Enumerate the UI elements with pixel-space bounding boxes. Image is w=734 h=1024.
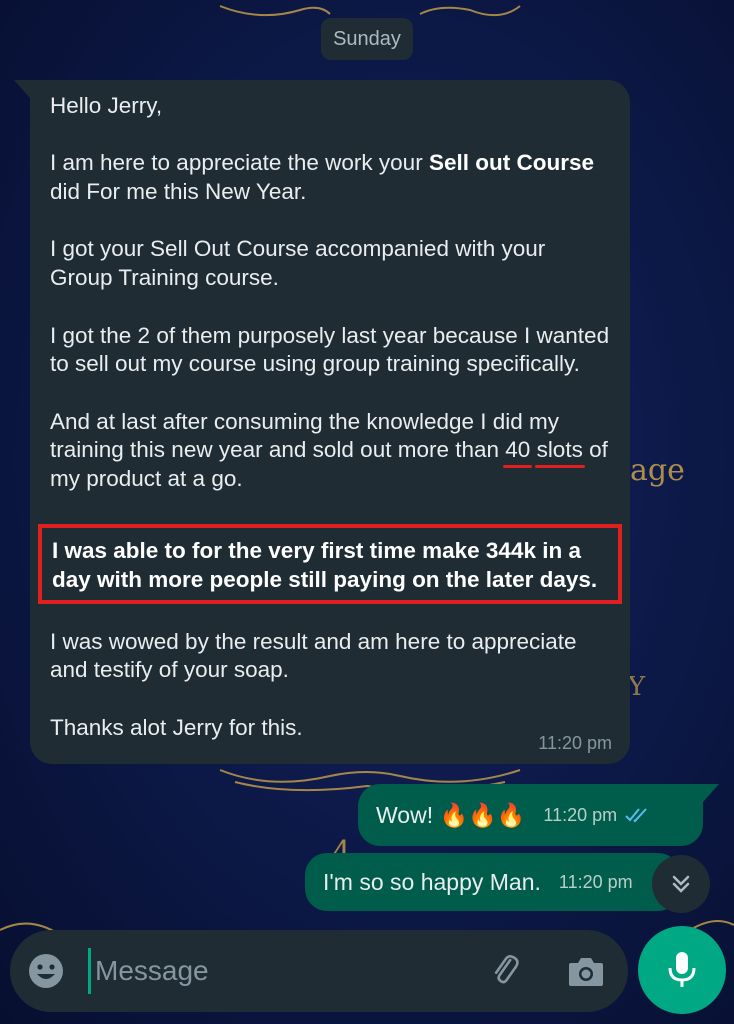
attach-button[interactable] (484, 949, 528, 993)
voice-record-button[interactable] (638, 926, 726, 1014)
highlighted-testimonial-box: I was able to for the very first time ma… (38, 523, 622, 604)
message-time: 11:20 pm (543, 804, 618, 825)
underlined-slots: slots (536, 437, 583, 463)
text-run: did For me this New Year. (50, 179, 307, 205)
microphone-icon (668, 952, 696, 987)
scroll-to-bottom-button[interactable] (652, 855, 710, 913)
camera-icon (569, 958, 603, 986)
date-separator: Sunday (321, 18, 413, 60)
message-paragraph: I am here to appreciate the work your Se… (50, 149, 610, 206)
message-text: I'm so so happy Man. (323, 868, 541, 895)
double-check-icon (625, 807, 651, 823)
message-paragraph: I got your Sell Out Course accompanied w… (50, 236, 546, 291)
paperclip-icon (494, 955, 519, 984)
date-label: Sunday (333, 27, 401, 50)
message-composer (10, 930, 628, 1012)
bubble-tail (703, 784, 719, 802)
underlined-count: 40 (505, 437, 531, 463)
bubble-tail (14, 80, 30, 98)
message-paragraph: I was wowed by the result and am here to… (50, 628, 577, 683)
message-paragraph: I got the 2 of them purposely last year … (50, 322, 610, 377)
message-time: 11:20 pm (558, 871, 633, 892)
outgoing-message-bubble[interactable]: I'm so so happy Man. 11:20 pm (305, 853, 680, 911)
bold-text: Sell out Course (428, 150, 594, 176)
text-run: And at last after consuming the knowledg… (50, 408, 560, 463)
message-time: 11:20 pm (538, 733, 612, 753)
emoji-button[interactable] (24, 949, 68, 993)
message-paragraph: And at last after consuming the knowledg… (50, 408, 610, 494)
message-greeting: Hello Jerry, (50, 93, 163, 118)
chevron-double-down-icon (672, 875, 690, 893)
message-text: Wow! 🔥🔥🔥 (376, 801, 526, 828)
incoming-message-bubble[interactable]: Hello Jerry, I am here to appreciate the… (14, 80, 630, 764)
outgoing-message-bubble[interactable]: Wow! 🔥🔥🔥 11:20 pm (358, 784, 719, 846)
message-input[interactable] (88, 948, 468, 994)
message-paragraph: Thanks alot Jerry for this. (50, 714, 303, 740)
message-text: Hello Jerry, I am here to appreciate the… (38, 92, 622, 743)
text-run: I am here to appreciate the work your (50, 150, 429, 176)
emoji-icon (29, 954, 63, 988)
svg-text:age: age (630, 453, 685, 488)
camera-button[interactable] (564, 949, 608, 993)
